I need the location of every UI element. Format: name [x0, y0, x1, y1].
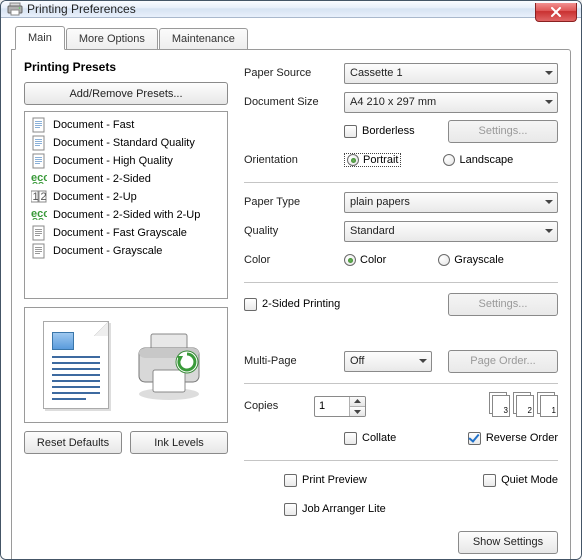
preset-item[interactable]: Document - Grayscale [27, 242, 225, 260]
quality-select[interactable]: Standard [344, 221, 558, 242]
copies-label: Copies [244, 400, 314, 412]
preset-item[interactable]: eco Document - 2-Sided with 2-Up [27, 206, 225, 224]
printer-icon [7, 1, 23, 17]
document-icon [31, 135, 47, 151]
preset-list: Document - Fast Document - Standard Qual… [24, 111, 228, 299]
svg-text:2: 2 [41, 191, 47, 203]
copies-spinner[interactable]: 1 [314, 396, 366, 417]
preset-item[interactable]: Document - Standard Quality [27, 134, 225, 152]
quiet-mode-checkbox[interactable]: Quiet Mode [483, 474, 558, 487]
preset-item[interactable]: Document - Fast [27, 116, 225, 134]
preset-item[interactable]: Document - Fast Grayscale [27, 224, 225, 242]
paper-type-label: Paper Type [244, 196, 344, 208]
collate-checkbox[interactable]: Collate [344, 432, 396, 445]
borderless-checkbox[interactable]: Borderless [344, 125, 415, 138]
preset-item[interactable]: 12 Document - 2-Up [27, 188, 225, 206]
preset-label: Document - 2-Up [53, 191, 137, 203]
document-icon [31, 153, 47, 169]
eco-icon: eco [31, 171, 47, 187]
paper-source-select[interactable]: Cassette 1 [344, 63, 558, 84]
orientation-landscape-radio[interactable]: Landscape [443, 154, 513, 166]
paper-source-label: Paper Source [244, 67, 344, 79]
color-label: Color [244, 254, 344, 266]
show-settings-button[interactable]: Show Settings [458, 531, 558, 554]
color-color-radio[interactable]: Color [344, 254, 386, 266]
svg-text:eco: eco [31, 172, 47, 184]
quality-label: Quality [244, 225, 344, 237]
document-size-label: Document Size [244, 96, 344, 108]
preset-label: Document - Fast Grayscale [53, 227, 187, 239]
orientation-label: Orientation [244, 154, 344, 166]
copies-up[interactable] [350, 396, 365, 406]
add-remove-presets-button[interactable]: Add/Remove Presets... [24, 82, 228, 105]
content: Main More Options Maintenance Printing P… [1, 18, 581, 560]
page-order-button: Page Order... [448, 350, 558, 373]
presets-column: Printing Presets Add/Remove Presets... D… [24, 60, 228, 558]
preset-item[interactable]: Document - High Quality [27, 152, 225, 170]
preset-label: Document - Fast [53, 119, 134, 131]
two-sided-checkbox[interactable]: 2-Sided Printing [244, 298, 394, 311]
svg-text:1: 1 [33, 191, 39, 203]
paper-type-select[interactable]: plain papers [344, 192, 558, 213]
document-icon [31, 117, 47, 133]
orientation-portrait-radio[interactable]: Portrait [344, 153, 401, 167]
svg-text:eco: eco [31, 208, 47, 220]
preset-label: Document - 2-Sided [53, 173, 151, 185]
twoup-icon: 12 [31, 189, 47, 205]
two-sided-settings-button: Settings... [448, 293, 558, 316]
presets-title: Printing Presets [24, 60, 228, 74]
preview-area [24, 307, 228, 423]
color-grayscale-radio[interactable]: Grayscale [438, 254, 504, 266]
preset-label: Document - 2-Sided with 2-Up [53, 209, 200, 221]
multi-page-select[interactable]: Off [344, 351, 432, 372]
settings-column: Paper Source Cassette 1 Document Size A4… [244, 60, 558, 558]
print-preview-checkbox[interactable]: Print Preview [284, 474, 367, 487]
preset-item[interactable]: eco Document - 2-Sided [27, 170, 225, 188]
reverse-order-checkbox[interactable]: Reverse Order [468, 432, 558, 445]
tabs: Main More Options Maintenance [11, 26, 571, 50]
ink-levels-button[interactable]: Ink Levels [130, 431, 228, 454]
eco-icon: eco [31, 207, 47, 223]
borderless-settings-button: Settings... [448, 120, 558, 143]
document-size-select[interactable]: A4 210 x 297 mm [344, 92, 558, 113]
printer-preview-icon [129, 326, 209, 404]
tab-panel-main: Printing Presets Add/Remove Presets... D… [11, 49, 571, 560]
tab-main[interactable]: Main [15, 26, 65, 50]
multi-page-label: Multi-Page [244, 355, 344, 367]
window-title: Printing Preferences [27, 2, 136, 16]
copies-down[interactable] [350, 406, 365, 416]
reset-defaults-button[interactable]: Reset Defaults [24, 431, 122, 454]
titlebar: Printing Preferences [1, 1, 581, 18]
preset-label: Document - High Quality [53, 155, 173, 167]
preset-label: Document - Standard Quality [53, 137, 195, 149]
dialog-window: Printing Preferences Main More Options M… [0, 0, 582, 560]
paper-preview [43, 321, 109, 409]
preset-label: Document - Grayscale [53, 245, 162, 257]
document-gray-icon [31, 243, 47, 259]
close-button[interactable] [535, 3, 577, 22]
copies-illustration: 3 2 1 [492, 395, 558, 417]
job-arranger-checkbox[interactable]: Job Arranger Lite [284, 503, 386, 516]
document-gray-icon [31, 225, 47, 241]
